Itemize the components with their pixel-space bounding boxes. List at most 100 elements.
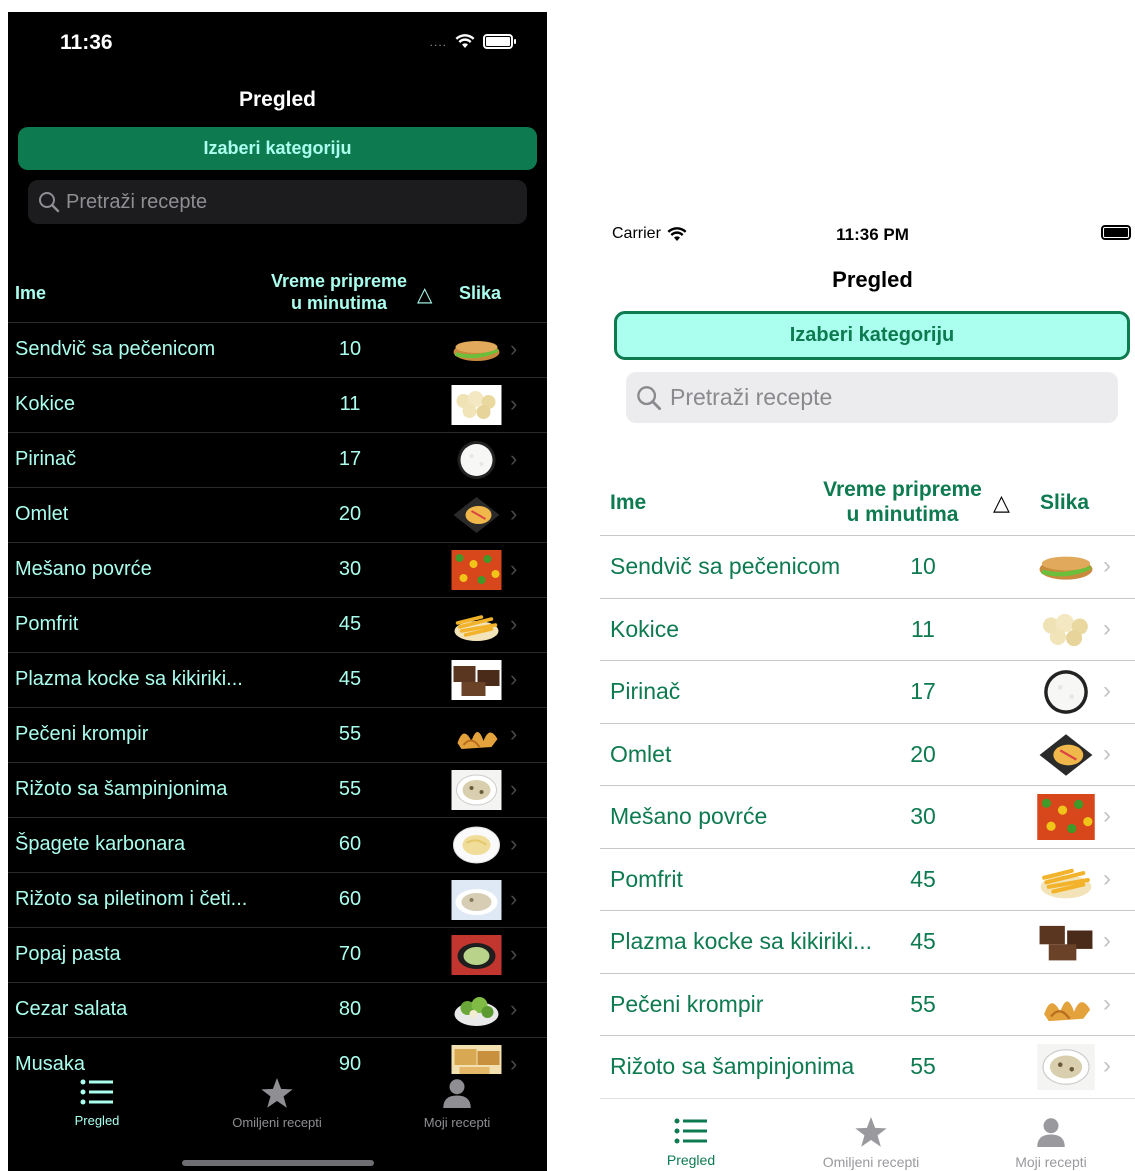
recipe-name: Pirinač bbox=[610, 678, 681, 704]
dark-mode-screen: 11:36 .... Pregled Izaberi kategoriju Pr… bbox=[8, 12, 547, 1171]
recipe-prep-minutes: 45 bbox=[338, 613, 362, 635]
recipe-row[interactable]: Kokice 11 › bbox=[8, 377, 547, 432]
recipe-row[interactable]: Pirinač 17 › bbox=[600, 660, 1135, 723]
recipe-prep-minutes: 90 bbox=[338, 1053, 362, 1075]
table-header: Ime Vreme pripreme u minutima △ Slika bbox=[8, 270, 547, 322]
choose-category-button[interactable]: Izaberi kategoriju bbox=[614, 311, 1130, 360]
column-time-line1: Vreme pripreme bbox=[823, 478, 982, 501]
recipe-row[interactable]: Plazma kocke sa kikiriki... 45 › bbox=[8, 652, 547, 707]
tab-label: Moji recepti bbox=[1015, 1154, 1087, 1170]
recipe-prep-minutes: 20 bbox=[910, 740, 936, 767]
chevron-right-icon: › bbox=[510, 721, 518, 746]
tab-pregled[interactable]: Pregled bbox=[27, 1078, 167, 1128]
rice-thumb bbox=[1037, 669, 1095, 715]
tab-omiljeni-recepti[interactable]: Omiljeni recepti bbox=[207, 1078, 347, 1130]
tab-bar: Pregled Omiljeni recepti Moji recepti bbox=[8, 1074, 547, 1171]
recipe-name: Sendvič sa pečenicom bbox=[610, 553, 841, 579]
risotto-thumb bbox=[451, 770, 502, 810]
recipe-prep-minutes: 20 bbox=[338, 503, 362, 525]
recipe-prep-minutes: 55 bbox=[910, 990, 936, 1017]
popcorn-thumb bbox=[1037, 606, 1095, 653]
status-time: 11:36 PM bbox=[836, 225, 909, 244]
recipe-row[interactable]: Rižoto sa piletinom i četi... 60 › bbox=[8, 872, 547, 927]
search-input[interactable]: Pretraži recepte bbox=[28, 180, 527, 224]
recipe-row[interactable]: Omlet 20 › bbox=[8, 487, 547, 542]
risotto-chicken-thumb bbox=[451, 880, 502, 920]
column-time-header[interactable]: Vreme pripreme u minutima bbox=[810, 477, 995, 527]
recipe-prep-minutes: 55 bbox=[338, 723, 362, 745]
choose-category-button[interactable]: Izaberi kategoriju bbox=[18, 127, 537, 170]
recipe-row[interactable]: Pečeni krompir 55 › bbox=[8, 707, 547, 762]
recipe-row[interactable]: Špagete karbonara 60 › bbox=[8, 817, 547, 872]
chevron-right-icon: › bbox=[510, 941, 518, 966]
recipe-row[interactable]: Mešano povrće 30 › bbox=[8, 542, 547, 597]
sort-ascending-icon[interactable]: △ bbox=[417, 282, 432, 307]
potato-thumb bbox=[451, 715, 502, 755]
column-image-header: Slika bbox=[459, 283, 502, 303]
rice-thumb bbox=[451, 440, 502, 480]
recipe-prep-minutes: 70 bbox=[338, 943, 362, 965]
recipe-row[interactable]: Cezar salata 80 › bbox=[8, 982, 547, 1037]
recipe-row[interactable]: Rižoto sa šampinjonima 55 › bbox=[600, 1035, 1135, 1098]
recipe-row[interactable]: Sendvič sa pečenicom 10 › bbox=[600, 535, 1135, 598]
recipe-prep-minutes: 10 bbox=[910, 553, 936, 579]
recipe-name: Sendvič sa pečenicom bbox=[15, 338, 216, 360]
chevron-right-icon: › bbox=[510, 611, 518, 636]
tab-moji-recepti[interactable]: Moji recepti bbox=[387, 1078, 527, 1130]
recipe-name: Kokice bbox=[610, 615, 680, 642]
tab-label: Omiljeni recepti bbox=[232, 1115, 322, 1130]
chevron-right-icon: › bbox=[1103, 802, 1111, 829]
recipe-name: Plazma kocke sa kikiriki... bbox=[610, 928, 873, 954]
column-name-header[interactable]: Ime bbox=[610, 491, 646, 515]
recipe-prep-minutes: 30 bbox=[338, 558, 362, 580]
recipe-row[interactable]: Pomfrit 45 › bbox=[600, 847, 1135, 911]
column-time-line2: u minutima bbox=[290, 293, 387, 313]
recipe-prep-minutes: 10 bbox=[338, 338, 362, 360]
wifi-icon bbox=[455, 34, 475, 48]
recipe-row[interactable]: Pirinač 17 › bbox=[8, 432, 547, 487]
recipe-name: Plazma kocke sa kikiriki... bbox=[15, 668, 243, 690]
recipe-prep-minutes: 30 bbox=[910, 803, 936, 829]
column-name-header[interactable]: Ime bbox=[15, 283, 46, 304]
recipe-name: Omlet bbox=[610, 740, 672, 767]
chevron-right-icon: › bbox=[1103, 614, 1111, 642]
page-title: Pregled bbox=[832, 267, 913, 292]
chevron-right-icon: › bbox=[510, 446, 518, 471]
sandwich-thumb bbox=[451, 330, 502, 370]
recipe-row[interactable]: Rižoto sa šampinjonima 55 › bbox=[8, 762, 547, 817]
tab-moji-recepti[interactable]: Moji recepti bbox=[976, 1117, 1126, 1170]
search-input[interactable]: Pretraži recepte bbox=[626, 372, 1118, 423]
page-title: Pregled bbox=[238, 88, 317, 111]
recipe-row[interactable]: Mešano povrće 30 › bbox=[600, 785, 1135, 848]
recipe-prep-minutes: 11 bbox=[911, 615, 935, 642]
recipe-row[interactable]: Pomfrit 45 › bbox=[8, 597, 547, 652]
recipe-prep-minutes: 45 bbox=[338, 668, 362, 690]
recipe-row[interactable]: Pečeni krompir 55 › bbox=[600, 972, 1135, 1036]
battery-icon bbox=[483, 34, 516, 49]
chevron-right-icon: › bbox=[1103, 927, 1111, 954]
recipe-name: Pečeni krompir bbox=[15, 723, 149, 745]
recipe-row[interactable]: Popaj pasta 70 › bbox=[8, 927, 547, 982]
chevron-right-icon: › bbox=[510, 336, 518, 361]
recipe-row[interactable]: Kokice 11 › bbox=[600, 597, 1135, 661]
recipe-prep-minutes: 60 bbox=[338, 833, 362, 855]
tab-label: Omiljeni recepti bbox=[822, 1154, 920, 1170]
tab-omiljeni-recepti[interactable]: Omiljeni recepti bbox=[796, 1117, 946, 1170]
recipe-name: Kokice bbox=[15, 393, 76, 415]
tab-pregled[interactable]: Pregled bbox=[616, 1117, 766, 1168]
sort-ascending-icon[interactable]: △ bbox=[993, 490, 1010, 516]
column-time-header[interactable]: Vreme pripreme u minutima bbox=[260, 270, 418, 314]
recipe-prep-minutes: 55 bbox=[338, 778, 362, 800]
tab-label: Moji recepti bbox=[423, 1115, 491, 1130]
star-icon bbox=[260, 1078, 294, 1111]
recipe-row[interactable]: Sendvič sa pečenicom 10 › bbox=[8, 322, 547, 377]
light-mode-screen: Carrier 11:36 PM Pregled Izaberi kategor… bbox=[600, 215, 1135, 1171]
chevron-right-icon: › bbox=[1103, 677, 1111, 704]
recipe-row[interactable]: Omlet 20 › bbox=[600, 722, 1135, 786]
battery-icon bbox=[1101, 225, 1131, 240]
search-placeholder: Pretraži recepte bbox=[66, 190, 208, 213]
recipe-row[interactable]: Plazma kocke sa kikiriki... 45 › bbox=[600, 910, 1135, 973]
column-time-line1: Vreme pripreme bbox=[270, 271, 408, 291]
tab-label: Pregled bbox=[666, 1152, 716, 1168]
column-time-line2: u minutima bbox=[846, 503, 959, 526]
